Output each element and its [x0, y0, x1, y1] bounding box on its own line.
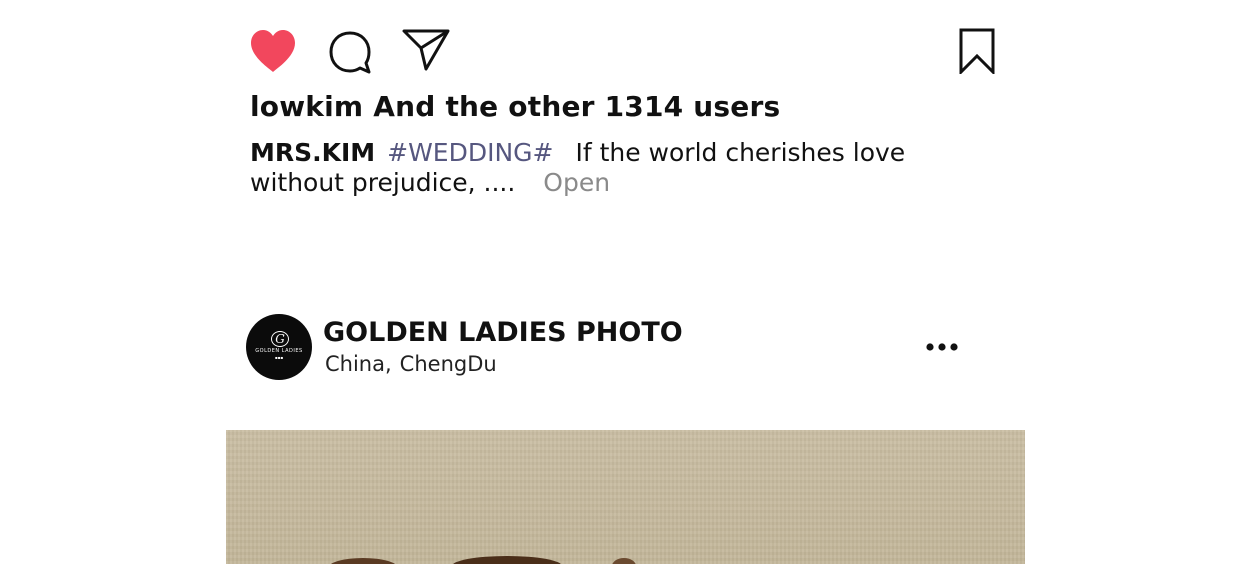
logo-mark-icon: G [271, 331, 289, 347]
speech-bubble-icon[interactable] [328, 30, 372, 74]
avatar-logo-text: GOLDEN LADIES [255, 348, 303, 354]
post-location[interactable]: China, ChengDu [325, 352, 497, 376]
caption-open-link[interactable]: Open [543, 168, 610, 197]
location-country: China, [325, 352, 392, 376]
post-header: G GOLDEN LADIES ▪▪▪ GOLDEN LADIES PHOTO … [246, 314, 966, 380]
feed-page: lowkim And the other 1314 users MRS.KIM … [0, 0, 1250, 564]
likes-count-text[interactable]: And the other 1314 users [373, 90, 780, 123]
paper-plane-icon[interactable] [402, 28, 450, 72]
likes-summary: lowkim And the other 1314 users [250, 90, 780, 123]
post-action-bar [246, 26, 1000, 76]
account-name[interactable]: GOLDEN LADIES PHOTO [323, 317, 683, 348]
post-photo[interactable] [226, 430, 1025, 564]
heart-filled-icon[interactable] [248, 28, 298, 74]
photo-backdrop [226, 430, 1025, 564]
avatar[interactable]: G GOLDEN LADIES ▪▪▪ [246, 314, 312, 380]
caption-author[interactable]: MRS.KIM [250, 138, 375, 167]
location-city: ChengDu [399, 352, 497, 376]
liker-username[interactable]: lowkim [250, 90, 363, 123]
more-horizontal-icon[interactable] [922, 336, 962, 358]
bookmark-icon[interactable] [958, 28, 996, 74]
avatar-logo-sub: ▪▪▪ [274, 355, 284, 360]
caption-hashtag[interactable]: #WEDDING# [387, 138, 553, 167]
post-caption: MRS.KIM #WEDDING# If the world cherishes… [250, 138, 970, 198]
